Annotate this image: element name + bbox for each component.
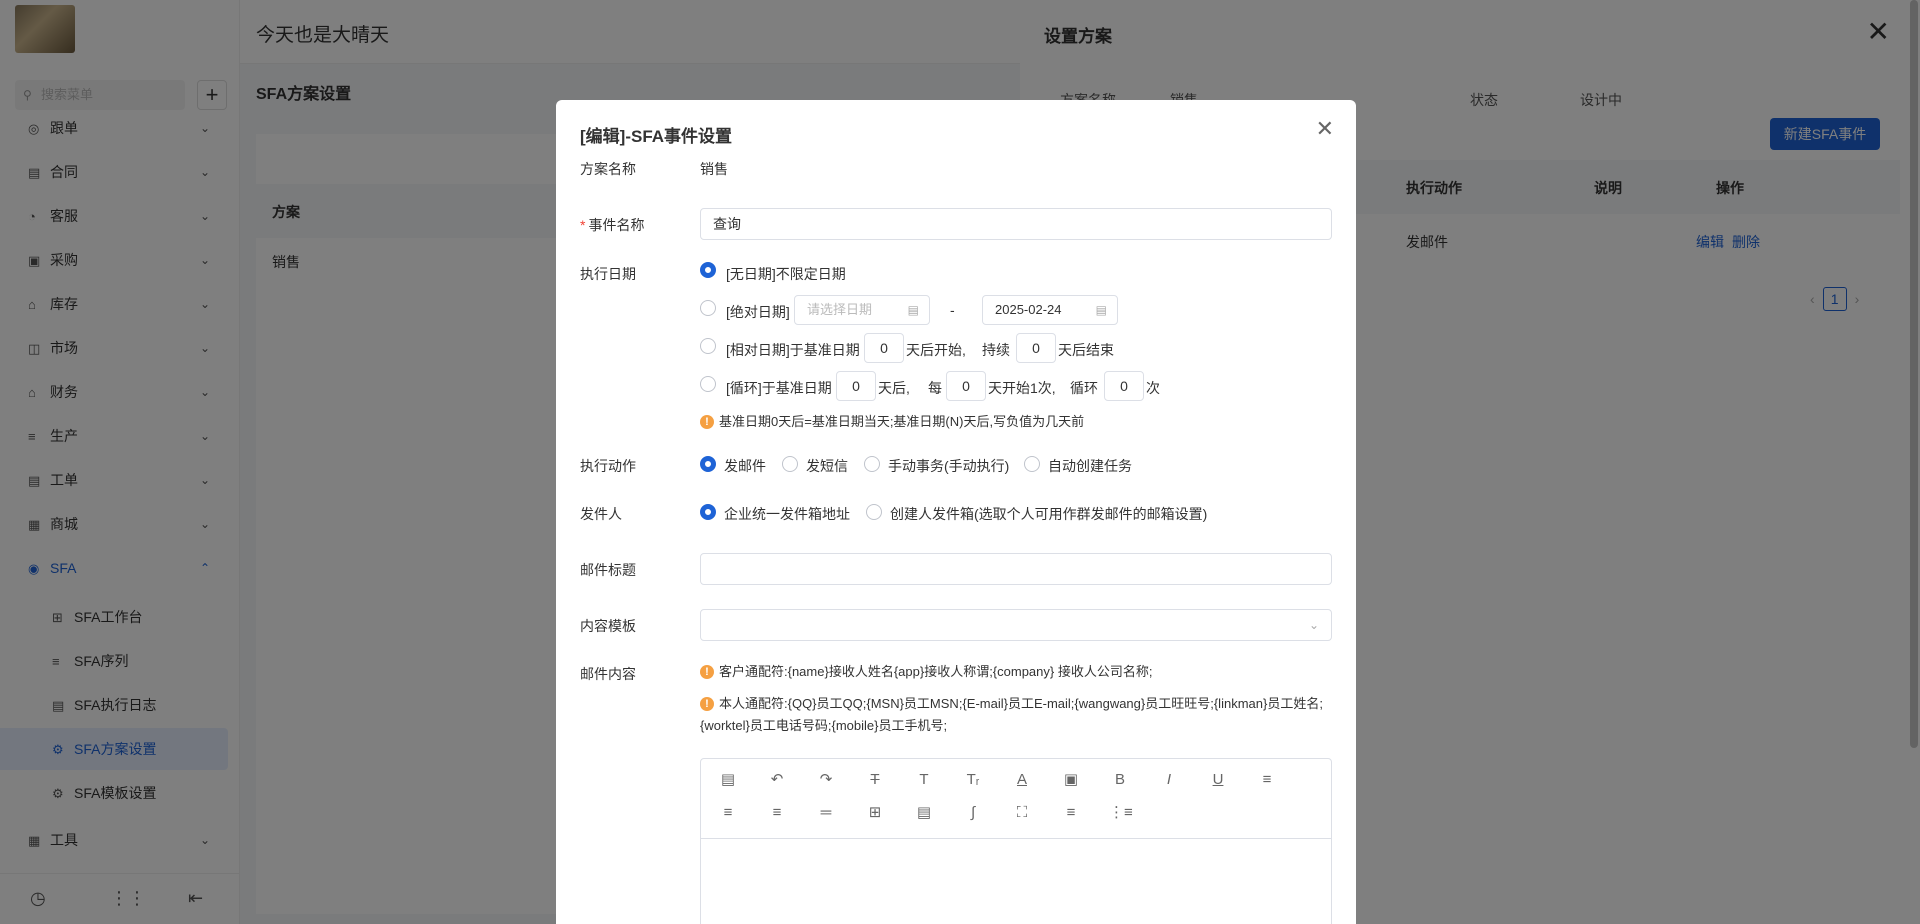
bold-icon[interactable]: B [1109, 769, 1131, 791]
mail-subject-label: 邮件标题 [580, 562, 636, 578]
align-left-icon[interactable]: ≡ [1256, 769, 1278, 791]
chevron-down-icon: ⌄ [1308, 618, 1319, 632]
event-name-label: * 事件名称 [580, 217, 645, 233]
radio-company-mailbox-label: 企业统一发件箱地址 [724, 506, 850, 522]
cycle-every-input[interactable]: 0 [946, 371, 986, 401]
relative-prefix: [相对日期]于基准日期 [726, 342, 860, 358]
radio-cycle[interactable] [700, 376, 716, 392]
cycle-times: 次 [1146, 380, 1160, 396]
radio-relative-date[interactable] [700, 338, 716, 354]
align-right-icon[interactable]: ≡ [766, 802, 788, 824]
date-separator: - [950, 302, 955, 318]
warning-icon: ! [700, 415, 714, 429]
table-icon[interactable]: ⊞ [864, 802, 886, 824]
justify-icon[interactable]: ═ [815, 802, 837, 824]
radio-send-email[interactable] [700, 456, 716, 472]
undo-icon[interactable]: ↶ [766, 769, 788, 791]
relative-end: 天后结束 [1058, 342, 1114, 358]
sfa-event-dialog: [编辑]-SFA事件设置 ✕ 方案名称 销售 * 事件名称 查询 执行日期 [无日… [556, 100, 1356, 924]
exec-date-label: 执行日期 [580, 266, 636, 282]
underline-icon[interactable]: U [1207, 769, 1229, 791]
self-wildcard-tip: 本人通配符:{QQ}员工QQ;{MSN}员工MSN;{E-mail}员工E-ma… [700, 696, 1323, 733]
radio-manual-task[interactable] [864, 456, 880, 472]
calendar-icon: ▤ [1095, 303, 1107, 317]
start-date-picker[interactable]: 请选择日期 ▤ [794, 295, 930, 325]
image-icon[interactable]: ▤ [913, 802, 935, 824]
clear-format-icon[interactable]: Tᵣ [962, 769, 984, 791]
font-color-icon[interactable]: A [1011, 769, 1033, 791]
radio-manual-task-label: 手动事务(手动执行) [888, 458, 1010, 474]
background-color-icon[interactable]: ▣ [1060, 769, 1082, 791]
mail-content-label: 邮件内容 [580, 666, 636, 682]
ordered-list-icon[interactable]: ≡ [1060, 802, 1082, 824]
cycle-after: 天后, [878, 380, 910, 396]
dialog-title: [编辑]-SFA事件设置 [580, 127, 733, 146]
radio-send-sms-label: 发短信 [806, 458, 848, 474]
relative-start-input[interactable]: 0 [864, 333, 904, 363]
radio-absolute-date-label: [绝对日期] [726, 304, 790, 320]
align-center-icon[interactable]: ≡ [717, 802, 739, 824]
radio-auto-task-label: 自动创建任务 [1048, 458, 1132, 474]
radio-absolute-date[interactable] [700, 300, 716, 316]
sender-label: 发件人 [580, 506, 622, 522]
text-size-icon[interactable]: T [913, 769, 935, 791]
attachment-icon[interactable]: ∫ [962, 802, 984, 824]
end-date-picker[interactable]: 2025-02-24 ▤ [982, 295, 1118, 325]
radio-send-email-label: 发邮件 [724, 458, 766, 474]
template-select[interactable]: ⌄ [700, 609, 1332, 641]
mail-subject-input[interactable] [700, 553, 1332, 585]
cycle-loop: 循环 [1070, 380, 1098, 396]
cycle-prefix: [循环]于基准日期 [726, 380, 832, 396]
unordered-list-icon[interactable]: ⋮≡ [1109, 802, 1133, 824]
radio-no-date[interactable] [700, 262, 716, 278]
cycle-every: 每 [928, 380, 942, 396]
warning-icon: ! [700, 665, 714, 679]
cycle-loop-input[interactable]: 0 [1104, 371, 1144, 401]
radio-creator-mailbox-label: 创建人发件箱(选取个人可用作群发邮件的邮箱设置) [890, 506, 1208, 522]
close-icon[interactable]: ✕ [1316, 116, 1334, 142]
template-icon[interactable]: ▤ [717, 769, 739, 791]
cycle-every-suffix: 天开始1次, [988, 380, 1056, 396]
strikethrough-icon[interactable]: T [864, 769, 886, 791]
relative-after: 天后开始, [906, 342, 966, 358]
template-label: 内容模板 [580, 618, 636, 634]
customer-wildcard-tip: 客户通配符:{name}接收人姓名{app}接收人称谓;{company} 接收… [719, 664, 1153, 679]
editor-toolbar: ▤ ↶ ↷ T T Tᵣ A ▣ B I U ≡ ≡ ≡ ═ ⊞ ▤ ∫ ⛶ ≡… [701, 759, 1331, 839]
calendar-icon: ▤ [907, 303, 919, 317]
radio-send-sms[interactable] [782, 456, 798, 472]
fullscreen-icon[interactable]: ⛶ [1011, 802, 1033, 824]
rich-text-editor[interactable]: ▤ ↶ ↷ T T Tᵣ A ▣ B I U ≡ ≡ ≡ ═ ⊞ ▤ ∫ ⛶ ≡… [700, 758, 1332, 924]
italic-icon[interactable]: I [1158, 769, 1180, 791]
relative-duration: 持续 [982, 342, 1010, 358]
radio-company-mailbox[interactable] [700, 504, 716, 520]
plan-name-label: 方案名称 [580, 161, 636, 177]
date-tip: 基准日期0天后=基准日期当天;基准日期(N)天后,写负值为几天前 [719, 414, 1085, 429]
radio-auto-task[interactable] [1024, 456, 1040, 472]
radio-creator-mailbox[interactable] [866, 504, 882, 520]
plan-name-value: 销售 [700, 161, 728, 177]
exec-action-label: 执行动作 [580, 458, 636, 474]
redo-icon[interactable]: ↷ [815, 769, 837, 791]
relative-duration-input[interactable]: 0 [1016, 333, 1056, 363]
radio-no-date-label: [无日期]不限定日期 [726, 266, 846, 282]
cycle-start-input[interactable]: 0 [836, 371, 876, 401]
event-name-input[interactable]: 查询 [700, 208, 1332, 240]
